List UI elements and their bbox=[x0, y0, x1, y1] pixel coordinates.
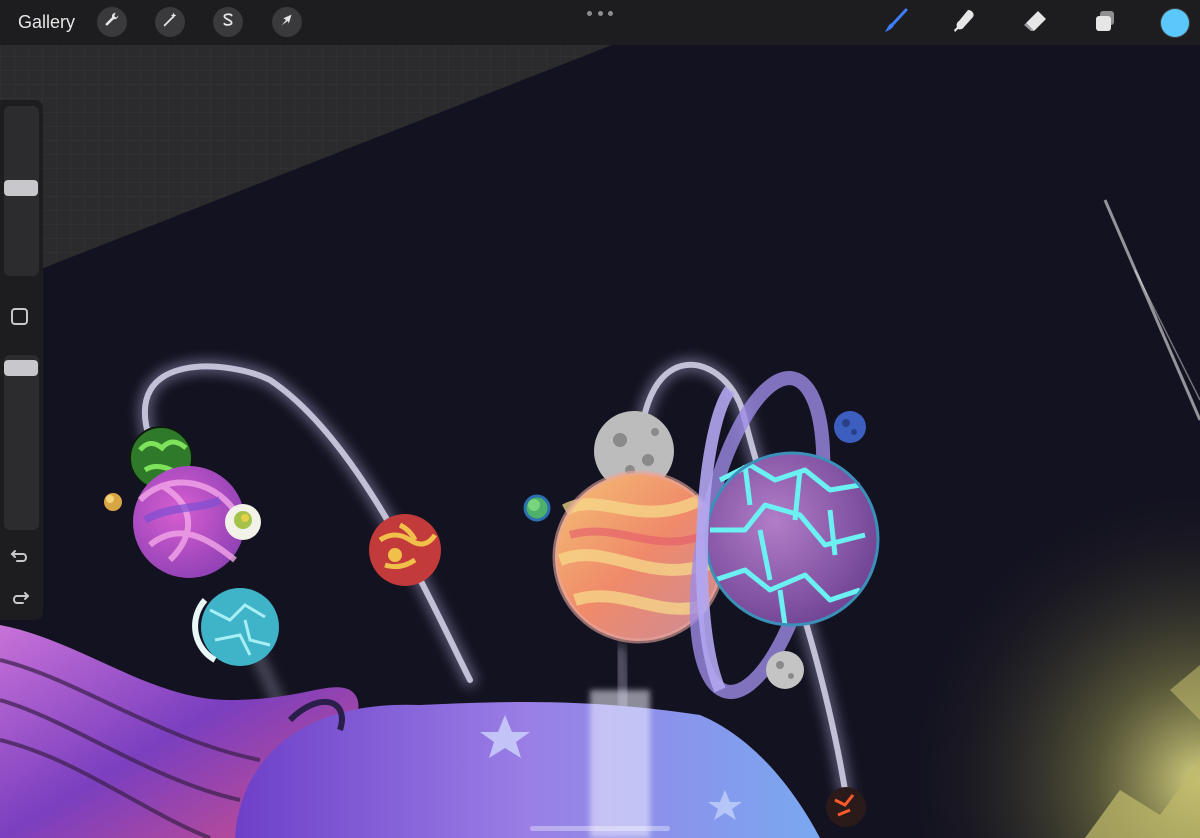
top-toolbar: Gallery bbox=[0, 0, 1200, 45]
eraser-tool-button[interactable] bbox=[1020, 8, 1050, 38]
drawing-canvas[interactable] bbox=[0, 0, 1200, 838]
brush-tool-button[interactable] bbox=[880, 8, 910, 38]
transform-arrow-icon bbox=[278, 11, 296, 34]
wrench-icon bbox=[103, 11, 121, 34]
adjustments-button[interactable] bbox=[155, 7, 185, 37]
smudge-tool-button[interactable] bbox=[949, 8, 979, 38]
layers-icon bbox=[1091, 7, 1119, 40]
artwork bbox=[0, 0, 1200, 838]
left-sidebar bbox=[0, 100, 43, 620]
opacity-slider[interactable] bbox=[4, 355, 39, 530]
smudge-icon bbox=[950, 7, 978, 40]
undo-icon bbox=[9, 550, 31, 570]
dot bbox=[587, 10, 592, 16]
layers-button[interactable] bbox=[1090, 8, 1120, 38]
opacity-thumb[interactable] bbox=[4, 360, 38, 376]
transform-button[interactable] bbox=[272, 7, 302, 37]
redo-button[interactable] bbox=[9, 586, 31, 608]
brush-size-thumb[interactable] bbox=[4, 180, 38, 196]
eraser-icon bbox=[1021, 7, 1049, 40]
actions-button[interactable] bbox=[97, 7, 127, 37]
modify-square-icon[interactable] bbox=[11, 308, 28, 325]
home-indicator bbox=[530, 826, 670, 831]
more-options-button[interactable] bbox=[587, 8, 613, 18]
gallery-button[interactable]: Gallery bbox=[18, 11, 75, 33]
brush-icon bbox=[881, 7, 909, 40]
selection-button[interactable] bbox=[213, 7, 243, 37]
selection-s-icon bbox=[219, 11, 237, 34]
procreate-app: Gallery bbox=[0, 0, 1200, 838]
magic-wand-icon bbox=[161, 11, 179, 34]
redo-icon bbox=[9, 592, 31, 612]
dot bbox=[597, 10, 603, 16]
undo-button[interactable] bbox=[9, 544, 31, 566]
brush-size-slider[interactable] bbox=[4, 106, 39, 276]
color-picker-button[interactable] bbox=[1161, 9, 1189, 37]
dot bbox=[608, 10, 613, 16]
